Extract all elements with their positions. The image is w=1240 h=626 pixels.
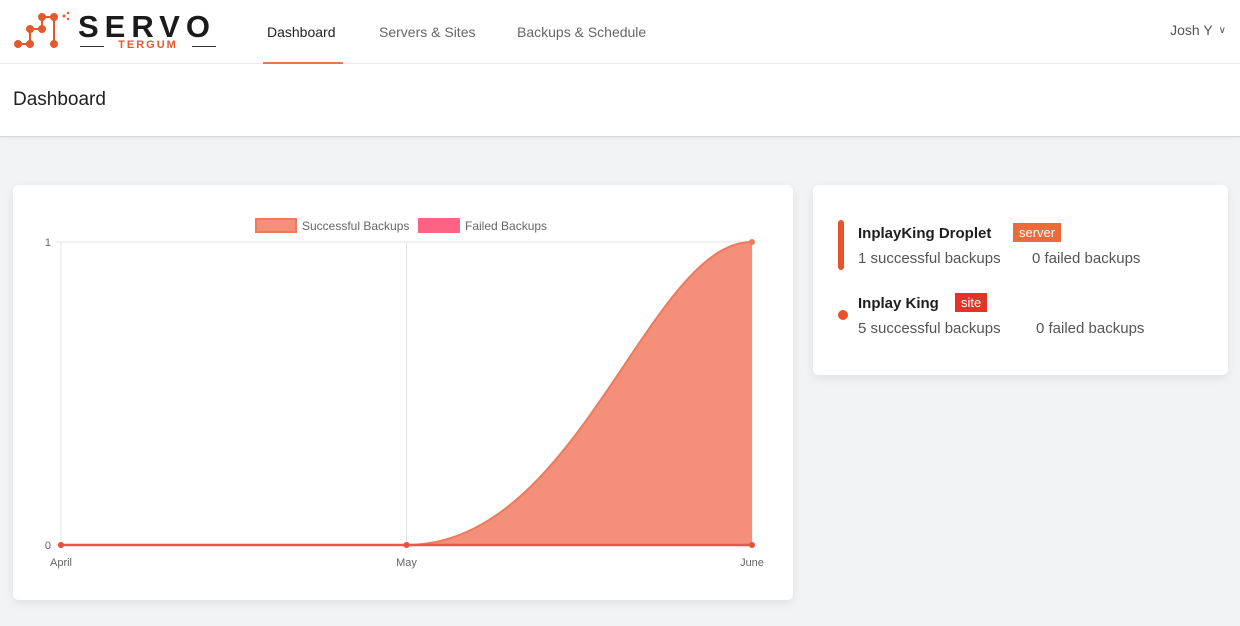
logo[interactable]: SERVO TERGUM bbox=[14, 11, 219, 51]
legend-swatch bbox=[418, 218, 460, 233]
y-tick-label: 1 bbox=[45, 237, 51, 249]
failed-backups-count: 0 failed backups bbox=[1032, 250, 1141, 267]
user-menu[interactable]: Josh Y ∨ bbox=[1170, 22, 1226, 38]
logo-rule-right bbox=[192, 46, 216, 47]
successful-backups-point bbox=[749, 239, 755, 245]
type-badge-site: site bbox=[955, 293, 988, 312]
page-title: Dashboard bbox=[13, 89, 106, 110]
chevron-down-icon: ∨ bbox=[1218, 25, 1226, 36]
failed-backups-count: 0 failed backups bbox=[1036, 320, 1145, 337]
legend-label: Failed Backups bbox=[465, 219, 547, 233]
page-header: Dashboard bbox=[0, 64, 1240, 137]
successful-backups-count: 1 successful backups bbox=[858, 250, 1001, 267]
user-name: Josh Y bbox=[1170, 22, 1213, 38]
backups-chart: Successful Backups Failed Backups 0 1 April… bbox=[45, 218, 764, 569]
logo-subtitle-wrap: TERGUM bbox=[80, 39, 216, 52]
nav-servers-sites[interactable]: Servers & Sites bbox=[379, 24, 475, 40]
nav-dashboard[interactable]: Dashboard bbox=[267, 24, 336, 40]
logo-subtitle: TERGUM bbox=[118, 39, 178, 51]
top-navigation: SERVO TERGUM Dashboard Servers & Sites B… bbox=[0, 0, 1240, 64]
x-tick-label: May bbox=[396, 557, 417, 569]
type-badge-server: server bbox=[1013, 223, 1062, 242]
legend-label: Successful Backups bbox=[302, 219, 409, 233]
nav-backups-schedule[interactable]: Backups & Schedule bbox=[517, 24, 646, 40]
legend-swatch bbox=[255, 218, 297, 233]
failed-backups-point bbox=[58, 542, 64, 548]
x-tick-label: April bbox=[50, 557, 72, 569]
summary-item-name: InplayKing Droplet bbox=[858, 225, 992, 242]
backup-summary-card: InplayKing Droplet server 1 successful b… bbox=[813, 185, 1228, 375]
y-tick-label: 0 bbox=[45, 540, 51, 552]
status-dot-marker bbox=[838, 310, 848, 320]
logo-circuit-icon bbox=[14, 11, 70, 48]
backups-chart-card: Successful Backups Failed Backups 0 1 April… bbox=[13, 185, 793, 600]
x-tick-label: June bbox=[740, 557, 764, 569]
chart-legend: Successful Backups Failed Backups bbox=[255, 218, 547, 233]
status-bar-marker bbox=[838, 220, 844, 270]
summary-item-name: Inplay King bbox=[858, 295, 939, 312]
successful-backups-count: 5 successful backups bbox=[858, 320, 1001, 337]
failed-backups-point bbox=[403, 542, 410, 548]
failed-backups-point bbox=[749, 542, 755, 548]
